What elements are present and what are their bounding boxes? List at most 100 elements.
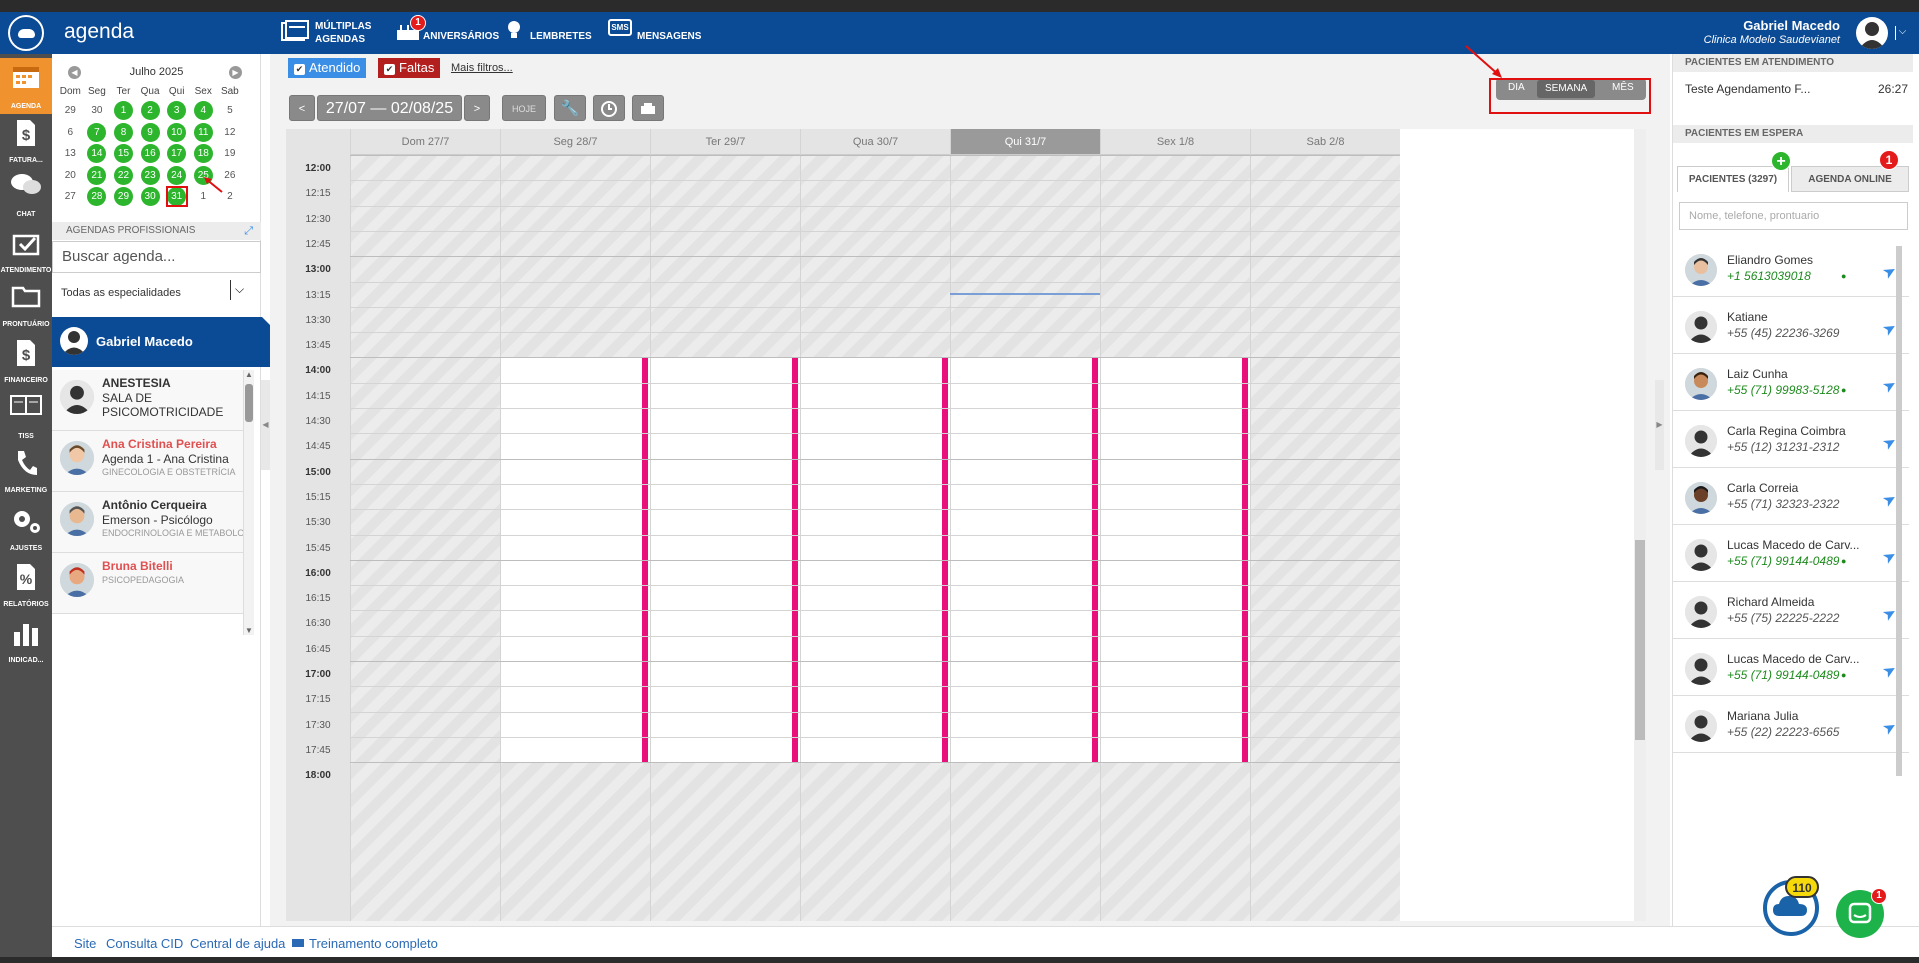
multiple-calendars-icon[interactable]	[281, 20, 309, 42]
calendar-day[interactable]: 23	[137, 165, 164, 187]
calendar-day[interactable]: 30	[84, 100, 111, 122]
sidebar-item-7[interactable]: MARKETING	[0, 442, 52, 498]
patient-item[interactable]: Lucas Macedo de Carv... +55 (71) 99144-04…	[1673, 525, 1909, 582]
nav-birthdays[interactable]: ANIVERSÁRIOS	[423, 30, 499, 43]
date-range[interactable]: 27/07 — 02/08/25	[317, 95, 462, 121]
checkbox-checked-icon[interactable]: ✔	[294, 64, 305, 75]
patient-item[interactable]: Richard Almeida +55 (75) 22225-2222 ➤	[1673, 582, 1909, 639]
next-week-button[interactable]: >	[464, 95, 490, 121]
scroll-down-icon[interactable]: ▼	[245, 626, 253, 635]
calendar-day[interactable]: 4	[190, 100, 217, 122]
more-filters-link[interactable]: Mais filtros...	[451, 62, 513, 74]
collapse-left-icon[interactable]: ◀	[261, 380, 270, 470]
day-header[interactable]: Qui 31/7	[951, 129, 1100, 155]
wrench-icon[interactable]: 🔧	[554, 95, 586, 121]
checkbox-checked-icon[interactable]: ✔	[384, 64, 395, 75]
patient-item[interactable]: Laiz Cunha +55 (71) 99983-5128 ● ➤	[1673, 354, 1909, 411]
nav-messages[interactable]: MENSAGENS	[637, 30, 701, 43]
patient-list-scrollbar[interactable]	[1896, 246, 1902, 776]
patient-item[interactable]: Eliandro Gomes +1 5613039018 ● ➤	[1673, 240, 1909, 297]
user-avatar[interactable]	[1856, 17, 1888, 49]
calendar-day[interactable]: 6	[57, 122, 84, 144]
selected-professional[interactable]: Gabriel Macedo	[52, 317, 272, 367]
sidebar-item-3[interactable]: ATENDIMENTO	[0, 222, 52, 278]
calendar-day[interactable]: 7	[84, 122, 111, 144]
sidebar-item-10[interactable]: INDICAD...	[0, 612, 52, 668]
patient-item[interactable]: Carla Correia +55 (71) 32323-2322 ➤	[1673, 468, 1909, 525]
calendar-day[interactable]: 16	[137, 143, 164, 165]
patient-item[interactable]: Lucas Macedo de Carv... +55 (71) 99144-04…	[1673, 639, 1909, 696]
filter-attended[interactable]: ✔ Atendido	[288, 58, 367, 78]
day-header[interactable]: Ter 29/7	[651, 129, 800, 155]
calendar-day[interactable]: 14	[84, 143, 111, 165]
grid-scroll-thumb[interactable]	[1635, 540, 1645, 740]
calendar-day[interactable]: 9	[137, 122, 164, 144]
calendar-day[interactable]: 31	[163, 186, 190, 208]
footer-link-site[interactable]: Site	[74, 936, 96, 951]
today-button[interactable]: HOJE	[502, 95, 546, 121]
professional-item[interactable]: Antônio Cerqueira Emerson - Psicólogo ENDO…	[52, 492, 243, 553]
calendar-day[interactable]: 29	[57, 100, 84, 122]
sms-icon[interactable]: SMS	[608, 19, 632, 36]
patient-item[interactable]: Mariana Julia +55 (22) 22223-6565 ➤	[1673, 696, 1909, 753]
calendar-day[interactable]: 19	[217, 143, 244, 165]
day-header[interactable]: Dom 27/7	[351, 129, 500, 155]
calendar-day[interactable]: 28	[84, 186, 111, 208]
calendar-day[interactable]: 17	[163, 143, 190, 165]
clock-icon[interactable]	[593, 95, 625, 121]
clinic-name[interactable]: Clinica Modelo Saudevianet	[1704, 34, 1840, 46]
calendar-day[interactable]: 29	[110, 186, 137, 208]
sidebar-item-5[interactable]: $ FINANCEIRO	[0, 332, 52, 388]
patient-search-input[interactable]: Nome, telefone, prontuario	[1679, 202, 1908, 230]
filter-missed[interactable]: ✔ Faltas	[378, 58, 441, 78]
calendar-day[interactable]: 22	[110, 165, 137, 187]
footer-link-help[interactable]: Central de ajuda	[190, 936, 285, 951]
grid-scrollbar[interactable]	[1634, 129, 1646, 921]
day-header[interactable]: Sex 1/8	[1101, 129, 1250, 155]
lightbulb-icon[interactable]	[506, 20, 522, 42]
sidebar-item-9[interactable]: % RELATÓRIOS	[0, 556, 52, 612]
collapse-right-icon[interactable]: ▶	[1655, 380, 1664, 470]
calendar-day[interactable]: 30	[137, 186, 164, 208]
patient-item[interactable]: Carla Regina Coimbra +55 (12) 31231-2312 ➤	[1673, 411, 1909, 468]
user-name[interactable]: Gabriel Macedo	[1743, 18, 1840, 33]
calendar-next-icon[interactable]: ▶	[229, 66, 242, 79]
calendar-day[interactable]: 10	[163, 122, 190, 144]
calendar-day[interactable]: 12	[217, 122, 244, 144]
tab-patients[interactable]: PACIENTES (3297)	[1677, 166, 1789, 192]
patient-item[interactable]: Katiane +55 (45) 22236-3269 ➤	[1673, 297, 1909, 354]
sidebar-item-4[interactable]: PRONTUÁRIO	[0, 276, 52, 332]
chevron-down-icon[interactable]: ⌵	[230, 280, 248, 300]
calendar-day[interactable]: 5	[217, 100, 244, 122]
calendar-day[interactable]: 3	[163, 100, 190, 122]
scroll-thumb[interactable]	[245, 384, 253, 422]
professional-item[interactable]: Ana Cristina Pereira Agenda 1 - Ana Crist…	[52, 431, 243, 492]
sidebar-item-0[interactable]: AGENDA	[0, 58, 52, 114]
professional-list-scrollbar[interactable]: ▲ ▼	[244, 370, 254, 635]
sidebar-item-1[interactable]: $ FATURA...	[0, 112, 52, 168]
add-patient-icon[interactable]: +	[1771, 151, 1791, 171]
print-icon[interactable]	[632, 95, 664, 121]
professional-item[interactable]: ANESTESIA SALA DE PSICOMOTRICIDADE	[52, 370, 243, 431]
nav-multiple-agendas[interactable]: MÚLTIPLAS AGENDAS	[315, 20, 371, 46]
agenda-search-input[interactable]: Buscar agenda...	[52, 241, 261, 273]
sidebar-item-8[interactable]: AJUSTES	[0, 500, 52, 556]
cloud-logo-icon[interactable]	[8, 15, 44, 51]
calendar-day[interactable]: 8	[110, 122, 137, 144]
calendar-day[interactable]: 27	[57, 186, 84, 208]
footer-link-training[interactable]: Treinamento completo	[309, 936, 438, 951]
calendar-day[interactable]: 11	[190, 122, 217, 144]
user-menu-chevron-icon[interactable]: ⌵	[1895, 26, 1909, 40]
day-header[interactable]: Sab 2/8	[1251, 129, 1400, 155]
calendar-day[interactable]: 21	[84, 165, 111, 187]
day-header[interactable]: Qua 30/7	[801, 129, 950, 155]
day-header[interactable]: Seg 28/7	[501, 129, 650, 155]
calendar-day[interactable]: 1	[110, 100, 137, 122]
sidebar-item-2[interactable]: CHAT	[0, 166, 52, 222]
professional-item[interactable]: Bruna Bitelli PSICOPEDAGOGIA	[52, 553, 243, 614]
prev-week-button[interactable]: <	[289, 95, 315, 121]
footer-link-cid[interactable]: Consulta CID	[106, 936, 183, 951]
calendar-day[interactable]: 2	[137, 100, 164, 122]
tab-online-agenda[interactable]: AGENDA ONLINE	[1791, 166, 1909, 192]
calendar-day[interactable]: 24	[163, 165, 190, 187]
